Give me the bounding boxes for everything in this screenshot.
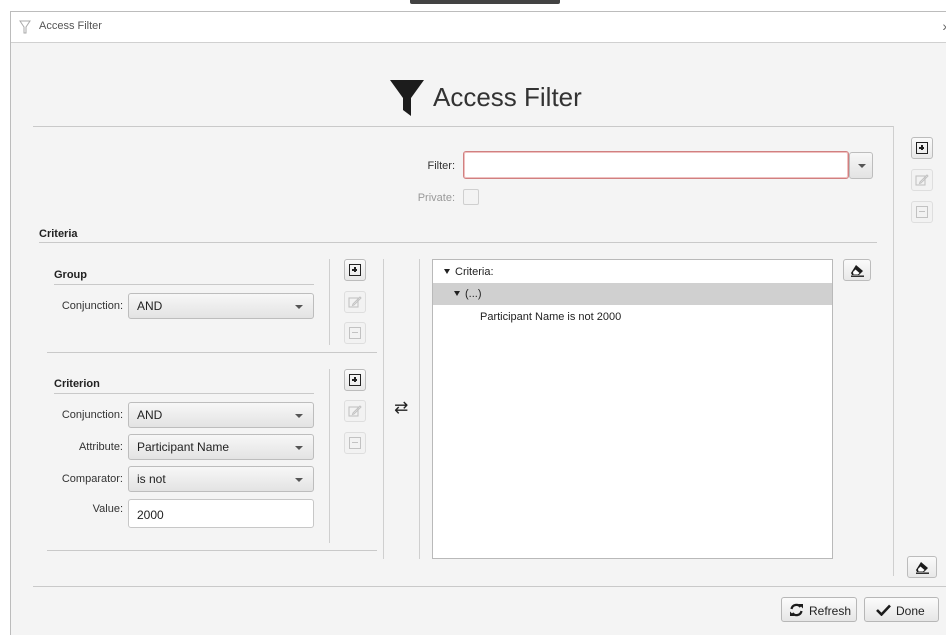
tree-node-group[interactable]: (...) [433,283,832,305]
edit-group-button[interactable] [344,291,366,313]
transfer-icon[interactable]: ⇄ [394,398,408,418]
tree-criterion-label: Participant Name is not 2000 [480,311,622,323]
chevron-down-icon [295,446,303,450]
done-button[interactable]: Done [864,597,939,622]
criterion-toolbar-divider [329,369,330,543]
title-bar: Access Filter › [11,12,946,43]
eraser-icon [851,265,864,277]
funnel-icon [390,80,424,116]
expand-arrow-icon [454,291,460,296]
plus-square-icon [916,142,928,154]
filter-label: Filter: [427,160,456,172]
attribute-value: Participant Name [137,440,230,454]
right-toolbar-divider [893,126,894,576]
window-title: Access Filter [39,20,102,32]
criterion-bottom-divider [47,550,377,551]
plus-square-icon [349,264,361,276]
criterion-title-divider [54,393,314,394]
left-panel-divider [383,259,384,559]
done-label: Done [896,604,925,618]
background-window-edge [0,0,946,10]
expand-arrow-icon [444,269,450,274]
refresh-icon [790,603,803,617]
comparator-value: is not [137,472,166,486]
group-conjunction-label: Conjunction: [61,300,123,312]
funnel-icon [19,20,31,34]
add-criterion-button[interactable] [344,369,366,391]
edit-filter-button[interactable] [911,169,933,191]
group-conjunction-value: AND [137,299,163,313]
criteria-divider [39,242,877,243]
private-checkbox[interactable] [463,189,479,205]
minus-square-icon [916,206,928,218]
tree-panel-divider [419,259,420,559]
filter-input[interactable] [463,151,849,179]
chevron-down-icon [295,305,303,309]
comparator-select[interactable]: is not [128,466,314,492]
close-icon[interactable]: › [942,18,946,34]
eraser-icon [916,562,929,574]
remove-group-button[interactable] [344,322,366,344]
group-title: Group [54,269,87,281]
chevron-down-icon [858,164,866,168]
criterion-conjunction-label: Conjunction: [61,409,123,421]
tree-group-label: (...) [465,288,482,300]
criterion-title: Criterion [54,378,100,390]
criteria-tree[interactable]: Criteria: (...) Participant Name is not … [432,259,833,559]
tree-root-label: Criteria: [455,266,494,278]
edit-icon [348,405,362,417]
refresh-label: Refresh [809,604,852,618]
access-filter-dialog: Access Filter › Access Filter Filter: Pr… [10,11,946,635]
refresh-button[interactable]: Refresh [781,597,857,622]
edit-icon [915,174,929,186]
value-label: Value: [92,503,123,515]
tree-node-root[interactable]: Criteria: [433,261,832,283]
chevron-down-icon [295,478,303,482]
private-label: Private: [417,192,455,204]
remove-criterion-button[interactable] [344,432,366,454]
criteria-section-title: Criteria [39,228,78,240]
page-title: Access Filter [433,82,582,112]
edit-criterion-button[interactable] [344,400,366,422]
clear-criteria-button[interactable] [843,259,871,281]
add-group-button[interactable] [344,259,366,281]
group-criterion-divider [47,352,377,353]
checkmark-icon [876,604,891,616]
criterion-conjunction-value: AND [137,408,163,422]
group-toolbar-divider [329,259,330,345]
criterion-conjunction-select[interactable]: AND [128,402,314,428]
attribute-select[interactable]: Participant Name [128,434,314,460]
minus-square-icon [349,437,361,449]
plus-square-icon [349,374,361,386]
add-filter-button[interactable] [911,137,933,159]
value-input-text: 2000 [137,508,164,522]
heading-divider [33,126,893,127]
edit-icon [348,296,362,308]
chevron-down-icon [295,414,303,418]
group-divider [54,284,314,285]
value-input[interactable]: 2000 [128,499,314,528]
tree-node-criterion[interactable]: Participant Name is not 2000 [433,306,832,328]
clear-all-button[interactable] [907,556,937,578]
comparator-label: Comparator: [61,473,123,485]
footer-divider [33,586,946,587]
minus-square-icon [349,327,361,339]
remove-filter-button[interactable] [911,201,933,223]
filter-dropdown-button[interactable] [849,152,873,179]
group-conjunction-select[interactable]: AND [128,293,314,319]
attribute-label: Attribute: [78,441,123,453]
